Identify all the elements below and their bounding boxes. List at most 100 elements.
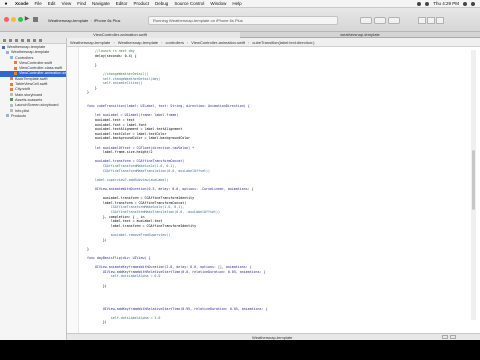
volume-icon[interactable] bbox=[425, 1, 430, 6]
editor-mode-controls bbox=[360, 17, 400, 24]
jump-bar-item[interactable]: ViewController-animation.swift bbox=[191, 40, 245, 45]
asset-icon bbox=[10, 98, 13, 102]
status-area: Thu 4:29 PM bbox=[417, 1, 480, 6]
jump-bar-item[interactable]: cubeTransition(label:text:direction:) bbox=[252, 40, 314, 45]
window-controls bbox=[4, 17, 23, 22]
symbol-navigator-icon[interactable] bbox=[9, 39, 12, 42]
menu-source-control[interactable]: Source Control bbox=[171, 1, 207, 6]
project-navigator-icon[interactable] bbox=[3, 39, 6, 42]
editor-scrollbar[interactable] bbox=[471, 50, 476, 320]
line-number-gutter bbox=[67, 47, 79, 333]
minimize-window-button[interactable] bbox=[11, 17, 16, 22]
code-line: func dayBasisFlip(div: UIView) { bbox=[79, 256, 151, 260]
code-line: UIView.animateWithDuration(0.5, delay: 0… bbox=[79, 187, 254, 191]
spotlight-icon[interactable] bbox=[463, 1, 467, 6]
code-line: } bbox=[79, 62, 97, 67]
code-line: UIView.addKeyframeWithRelativeStartTime(… bbox=[79, 306, 268, 311]
navigator-item-label: Info.plist bbox=[15, 108, 30, 113]
menu-bar: ● Xcode File Edit View Find Navigate Edi… bbox=[0, 0, 480, 8]
debug-bar: Weathersnap-template bbox=[67, 333, 480, 340]
issue-navigator-icon[interactable] bbox=[21, 39, 24, 42]
toggle-utilities-button[interactable] bbox=[436, 17, 444, 24]
code-line: } bbox=[79, 246, 89, 251]
navigator-item-label: ViewController-animation.swift bbox=[19, 71, 66, 76]
code-line: label.superview?.addSubview(auxLabel) bbox=[79, 177, 169, 182]
jump-bar-item[interactable]: controllers bbox=[166, 40, 184, 45]
navigator-item-label: Main.storyboard bbox=[15, 92, 43, 97]
menu-product[interactable]: Product bbox=[131, 1, 153, 6]
activity-status: Running Weathersnap-template on iPhone 6… bbox=[153, 18, 243, 23]
navigator-item-label: Weathersnap-template bbox=[11, 50, 50, 55]
version-editor-button[interactable] bbox=[388, 17, 400, 24]
jump-bar-item[interactable]: Weathersnap-template bbox=[118, 40, 158, 45]
debug-bar-buttons bbox=[442, 335, 457, 339]
black-letterbox-bottom bbox=[0, 340, 480, 360]
menu-editor[interactable]: Editor bbox=[113, 1, 131, 6]
scheme-selector[interactable]: Weathersnap-template › iPhone 6s Plus bbox=[48, 17, 144, 24]
project-navigator: Weathersnap-template Weathersnap-template… bbox=[0, 38, 67, 340]
menu-debug[interactable]: Debug bbox=[152, 1, 171, 6]
scrollbar-thumb[interactable] bbox=[472, 150, 475, 210]
code-line: delay(seconds: 0.4) { bbox=[79, 53, 137, 58]
code-line: CGAffineTransformMakeTranslation(0.0, au… bbox=[79, 168, 211, 173]
jump-bar-item[interactable]: Weathersnap-template bbox=[70, 40, 110, 45]
navigator-item-label: Weathersnap-template bbox=[7, 45, 46, 49]
swift-icon bbox=[10, 77, 13, 81]
swift-icon bbox=[10, 87, 13, 91]
menu-window[interactable]: Window bbox=[207, 1, 229, 6]
file-icon bbox=[10, 103, 13, 107]
menu-navigate[interactable]: Navigate bbox=[89, 1, 113, 6]
debug-navigator-icon[interactable] bbox=[33, 39, 36, 42]
assistant-editor-button[interactable] bbox=[374, 17, 386, 24]
apple-icon[interactable]: ● bbox=[0, 1, 12, 7]
swift-icon bbox=[14, 71, 17, 75]
navigator-item-label: City.swift bbox=[15, 87, 30, 92]
toggle-debug-area-button[interactable] bbox=[427, 17, 435, 24]
code-line: }) bbox=[79, 320, 107, 325]
menu-edit[interactable]: Edit bbox=[45, 1, 59, 6]
test-navigator-icon[interactable] bbox=[27, 39, 30, 42]
menubar-clock[interactable]: Thu 4:29 PM bbox=[433, 1, 459, 6]
toggle-navigator-button[interactable] bbox=[418, 17, 426, 24]
breakpoint-navigator-icon[interactable] bbox=[39, 39, 42, 42]
code-line: } bbox=[79, 90, 89, 95]
navigator-item-label: ViewController-class.swift bbox=[19, 66, 63, 71]
code-line: label.frame.size.height/2 bbox=[79, 150, 153, 155]
stop-button[interactable] bbox=[33, 17, 38, 22]
code-line: }) bbox=[79, 237, 107, 242]
code-area[interactable]: //launch in next day delay(seconds: 0.4)… bbox=[79, 49, 465, 331]
code-line: func cubeTransition(label: UILabel, text… bbox=[79, 104, 250, 109]
menu-help[interactable]: Help bbox=[229, 1, 244, 6]
notification-icon[interactable] bbox=[471, 1, 475, 6]
navigator-item[interactable]: Products bbox=[0, 114, 66, 119]
standard-editor-button[interactable] bbox=[360, 17, 372, 24]
navigator-item-label: ViewController.swift bbox=[19, 60, 53, 65]
view-toggle-controls bbox=[418, 17, 444, 24]
hide-debug-area-button[interactable] bbox=[442, 335, 449, 339]
split-debug-button[interactable] bbox=[450, 335, 457, 339]
jump-bar: Weathersnap-template › Weathersnap-templat… bbox=[67, 38, 480, 47]
navigator-item[interactable]: LaunchScreen.storyboard bbox=[0, 103, 66, 108]
proj-icon bbox=[2, 45, 5, 49]
code-line: auxLabel.backgroundColor = label.backgro… bbox=[79, 136, 191, 141]
close-window-button[interactable] bbox=[4, 17, 9, 22]
navigator-item-label: LaunchScreen.storyboard bbox=[15, 103, 59, 108]
menu-xcode[interactable]: Xcode bbox=[12, 1, 32, 6]
run-button[interactable]: ▶ bbox=[23, 16, 31, 23]
swift-icon bbox=[14, 66, 17, 70]
screen: ● Xcode File Edit View Find Navigate Edi… bbox=[0, 0, 480, 360]
wifi-icon[interactable] bbox=[417, 1, 422, 6]
navigator-item-label: Controllers bbox=[15, 55, 34, 60]
code-line: label.transform = CGAffineTransformIdent… bbox=[79, 223, 197, 228]
menu-view[interactable]: View bbox=[59, 1, 75, 6]
folder-icon bbox=[10, 56, 13, 60]
folder-icon bbox=[6, 114, 9, 118]
chevron-right-icon: › bbox=[113, 39, 115, 45]
source-editor: Weathersnap-template › Weathersnap-templat… bbox=[67, 38, 480, 340]
navigator-item-label: BackTemplate.swift bbox=[15, 76, 48, 81]
menu-file[interactable]: File bbox=[32, 1, 45, 6]
find-navigator-icon[interactable] bbox=[15, 39, 18, 42]
navigator-item-label: Products bbox=[11, 113, 26, 118]
file-icon bbox=[10, 93, 13, 97]
menu-find[interactable]: Find bbox=[74, 1, 89, 6]
